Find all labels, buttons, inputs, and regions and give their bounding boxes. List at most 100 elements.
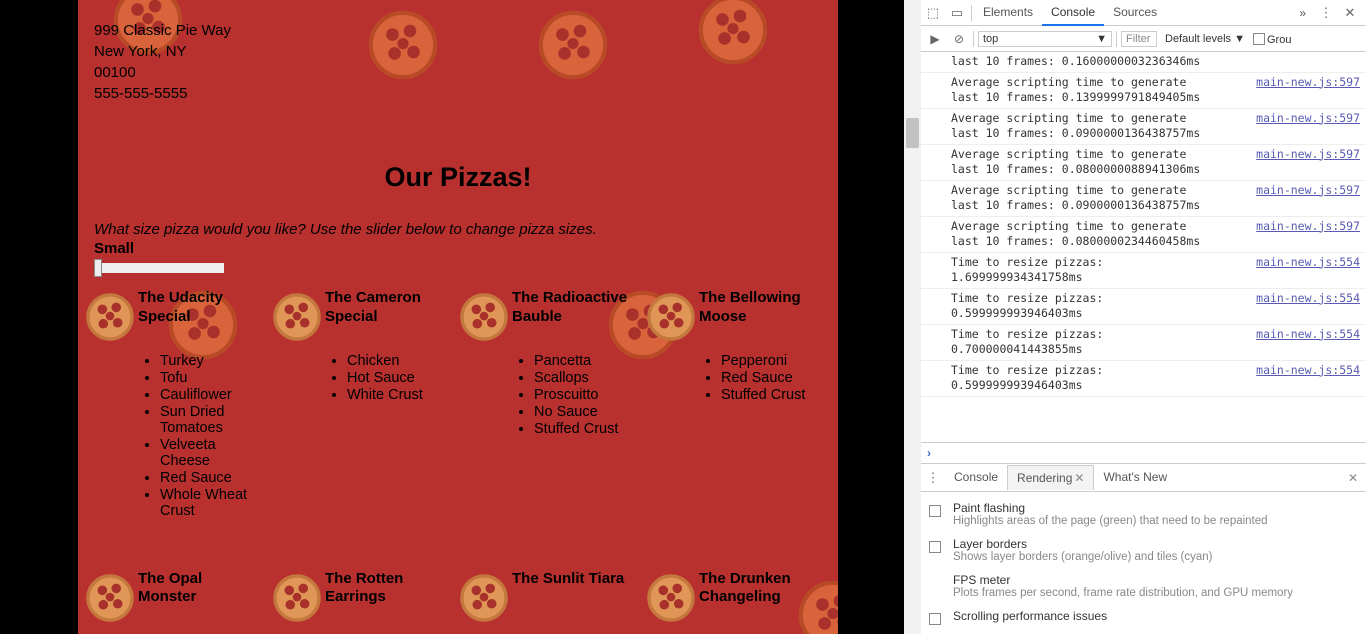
menu-icon[interactable]: ⋮ — [1314, 5, 1338, 21]
context-selector[interactable]: top▼ — [978, 31, 1112, 47]
ingredients-list: PepperoniRed SauceStuffed Crust — [699, 353, 824, 403]
drawer-tab-console[interactable]: Console — [945, 465, 1007, 490]
ingredient: Scallops — [534, 370, 637, 386]
pizza-icon — [643, 570, 699, 627]
ingredient: Pancetta — [534, 353, 637, 369]
console-log-list[interactable]: last 10 frames: 0.1600000003236346msmain… — [921, 52, 1366, 442]
context-value: top — [983, 33, 998, 45]
pizza-name: The Udacity Special — [138, 289, 263, 327]
page-viewport: 999 Classic Pie Way New York, NY 00100 5… — [0, 0, 921, 634]
filter-input[interactable]: Filter — [1121, 31, 1157, 47]
ingredient: Stuffed Crust — [721, 387, 824, 403]
pizza-icon — [82, 570, 138, 627]
pizza-card: The Udacity Special TurkeyTofuCauliflower… — [82, 289, 269, 520]
pizza-icon — [643, 289, 699, 346]
option-desc: Plots frames per second, frame rate dist… — [953, 587, 1358, 599]
run-icon[interactable]: ▶ — [925, 32, 945, 46]
pizza-name: The Bellowing Moose — [699, 289, 824, 327]
rendering-option: Layer bordersShows layer borders (orange… — [927, 532, 1360, 568]
tab-close-icon[interactable]: ✕ — [1074, 471, 1084, 485]
devtools-tab-sources[interactable]: Sources — [1104, 0, 1166, 26]
pizza-card: The Cameron Special ChickenHot SauceWhite… — [269, 289, 456, 520]
console-prompt[interactable]: › — [921, 442, 1366, 463]
ingredients-list: PancettaScallopsProscuittoNo SauceStuffe… — [512, 353, 637, 437]
devtools-tabbar: ⬚ ▭ ElementsConsoleSources » ⋮ ✕ — [921, 0, 1366, 26]
console-log-entry: main-new.js:554Time to resize pizzas:1.6… — [921, 253, 1366, 289]
log-source-link[interactable]: main-new.js:554 — [1256, 327, 1360, 343]
vertical-scrollbar[interactable] — [904, 0, 921, 634]
log-source-link[interactable]: main-new.js:597 — [1256, 219, 1360, 235]
pizza-icon — [456, 289, 512, 346]
log-source-link[interactable]: main-new.js:554 — [1256, 291, 1360, 307]
log-source-link[interactable]: main-new.js:597 — [1256, 75, 1360, 91]
ingredient: Velveeta Cheese — [160, 437, 263, 469]
rendering-options: Paint flashingHighlights areas of the pa… — [921, 492, 1366, 634]
inspect-icon[interactable]: ⬚ — [921, 5, 945, 21]
ingredient: Whole Wheat Crust — [160, 487, 263, 519]
option-checkbox[interactable] — [929, 505, 941, 517]
address-line2: New York, NY — [94, 41, 822, 62]
console-log-entry: main-new.js:597Average scripting time to… — [921, 109, 1366, 145]
drawer-menu-icon[interactable]: ⋮ — [921, 470, 945, 486]
pizzas-grid: The Udacity Special TurkeyTofuCauliflower… — [78, 273, 838, 634]
pizza-card: The Sunlit Tiara — [456, 570, 643, 627]
option-checkbox[interactable] — [929, 541, 941, 553]
option-desc: Highlights areas of the page (green) tha… — [953, 515, 1358, 527]
pizza-name: The Rotten Earrings — [325, 570, 450, 608]
pizza-card: The Rotten Earrings — [269, 570, 456, 627]
console-toolbar: ▶ ⊘ top▼ Filter Default levels ▼ Grou — [921, 26, 1366, 52]
console-log-entry: main-new.js:597Average scripting time to… — [921, 217, 1366, 253]
option-desc: Shows layer borders (orange/olive) and t… — [953, 551, 1358, 563]
devtools-tab-console[interactable]: Console — [1042, 0, 1104, 26]
pizza-card: The Radioactive Bauble PancettaScallopsPr… — [456, 289, 643, 520]
log-source-link[interactable]: main-new.js:597 — [1256, 147, 1360, 163]
log-source-link[interactable]: main-new.js:554 — [1256, 363, 1360, 379]
console-log-entry: main-new.js:597Average scripting time to… — [921, 181, 1366, 217]
console-log-entry: main-new.js:554Time to resize pizzas:0.5… — [921, 361, 1366, 397]
ingredients-list: ChickenHot SauceWhite Crust — [325, 353, 450, 403]
log-source-link[interactable]: main-new.js:597 — [1256, 183, 1360, 199]
group-label: Grou — [1267, 34, 1291, 46]
ingredient: No Sauce — [534, 404, 637, 420]
rendering-option: Paint flashingHighlights areas of the pa… — [927, 496, 1360, 532]
log-levels[interactable]: Default levels ▼ — [1165, 33, 1245, 45]
ingredient: Sun Dried Tomatoes — [160, 404, 263, 436]
log-source-link[interactable]: main-new.js:554 — [1256, 255, 1360, 271]
rendering-option: FPS meterPlots frames per second, frame … — [927, 568, 1360, 604]
clear-icon[interactable]: ⊘ — [949, 32, 969, 46]
pizza-name: The Opal Monster — [138, 570, 263, 608]
pizza-icon — [269, 289, 325, 346]
pizza-card: The Bellowing Moose PepperoniRed SauceStu… — [643, 289, 830, 520]
page-content[interactable]: 999 Classic Pie Way New York, NY 00100 5… — [78, 0, 838, 634]
scrollbar-thumb[interactable] — [906, 118, 919, 148]
ingredient: White Crust — [347, 387, 450, 403]
group-checkbox[interactable] — [1253, 33, 1265, 45]
console-log-entry: main-new.js:597Average scripting time to… — [921, 73, 1366, 109]
log-source-link[interactable]: main-new.js:597 — [1256, 111, 1360, 127]
address-line1: 999 Classic Pie Way — [94, 20, 822, 41]
ingredient: Proscuitto — [534, 387, 637, 403]
devtools-tab-elements[interactable]: Elements — [974, 0, 1042, 26]
console-log-entry: main-new.js:597Average scripting time to… — [921, 145, 1366, 181]
pizza-name: The Cameron Special — [325, 289, 450, 327]
ingredient: Turkey — [160, 353, 263, 369]
ingredient: Stuffed Crust — [534, 421, 637, 437]
option-title: Paint flashing — [953, 501, 1358, 515]
drawer-tab-whatsnew[interactable]: What's New — [1094, 465, 1176, 490]
pizza-icon — [456, 570, 512, 627]
console-log-entry: last 10 frames: 0.1600000003236346ms — [921, 52, 1366, 73]
drawer-tab-rendering[interactable]: Rendering✕ — [1007, 465, 1094, 490]
option-title: FPS meter — [953, 573, 1358, 587]
pizza-name: The Radioactive Bauble — [512, 289, 637, 327]
ingredient: Tofu — [160, 370, 263, 386]
device-icon[interactable]: ▭ — [945, 5, 969, 21]
ingredient: Pepperoni — [721, 353, 824, 369]
ingredient: Cauliflower — [160, 387, 263, 403]
more-tabs[interactable]: » — [1291, 1, 1314, 25]
drawer-close-icon[interactable]: ✕ — [1348, 471, 1366, 485]
pizza-card: The Opal Monster — [82, 570, 269, 627]
size-slider[interactable] — [94, 263, 224, 273]
close-icon[interactable]: ✕ — [1338, 5, 1362, 21]
devtools-panel: ⬚ ▭ ElementsConsoleSources » ⋮ ✕ ▶ ⊘ top… — [921, 0, 1366, 634]
option-checkbox[interactable] — [929, 613, 941, 625]
